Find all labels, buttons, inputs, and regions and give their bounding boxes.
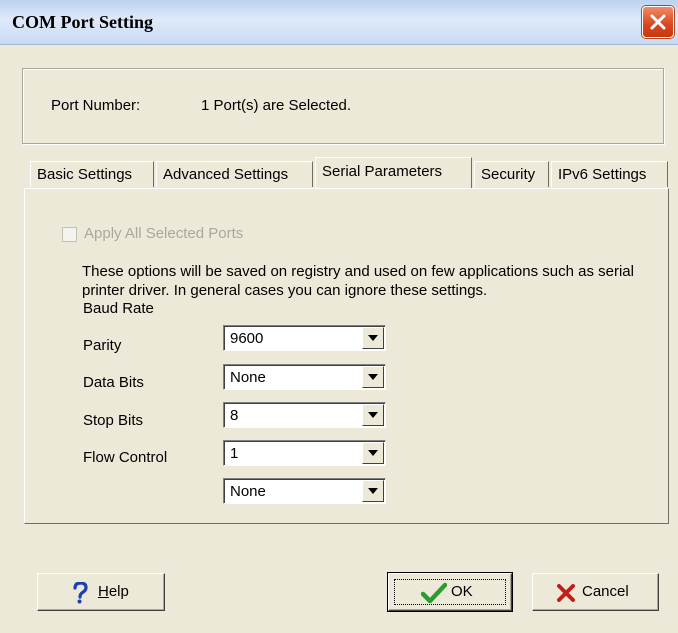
data-bits-label: Data Bits — [83, 374, 144, 391]
data-bits-value: 8 — [230, 407, 239, 424]
tab-security[interactable]: Security — [474, 161, 549, 187]
close-icon — [650, 14, 666, 30]
tab-serial-parameters[interactable]: Serial Parameters — [315, 157, 472, 188]
ok-button[interactable]: OK — [387, 572, 513, 612]
flow-control-dropdown-button[interactable] — [362, 480, 384, 502]
tab-ipv6-settings[interactable]: IPv6 Settings — [551, 161, 668, 187]
tab-strip: Basic Settings Advanced Settings Serial … — [30, 157, 670, 191]
question-icon — [73, 582, 88, 604]
baud-rate-select[interactable]: 9600 — [223, 325, 386, 351]
stop-bits-select[interactable]: 1 — [223, 440, 386, 466]
flow-control-select[interactable]: None — [223, 478, 386, 504]
close-button[interactable] — [642, 6, 674, 38]
chevron-down-icon — [368, 488, 378, 494]
data-bits-select[interactable]: 8 — [223, 402, 386, 428]
parity-value: None — [230, 369, 266, 386]
stop-bits-dropdown-button[interactable] — [362, 442, 384, 464]
data-bits-dropdown-button[interactable] — [362, 404, 384, 426]
parity-label: Parity — [83, 337, 122, 354]
flow-control-label: Flow Control — [83, 449, 168, 466]
baud-rate-dropdown-button[interactable] — [362, 327, 384, 349]
chevron-down-icon — [368, 374, 378, 380]
apply-all-label: Apply All Selected Ports — [84, 225, 244, 242]
tab-basic-settings[interactable]: Basic Settings — [30, 161, 154, 187]
focus-rectangle — [394, 579, 506, 605]
parity-dropdown-button[interactable] — [362, 366, 384, 388]
apply-all-checkbox[interactable] — [62, 227, 77, 242]
help-button[interactable]: Help — [37, 573, 165, 611]
stop-bits-value: 1 — [230, 445, 239, 462]
help-button-label: Help — [98, 583, 129, 600]
baud-rate-label: Baud Rate — [83, 300, 154, 317]
baud-rate-value: 9600 — [230, 330, 264, 347]
description-text: These options will be saved on registry … — [82, 263, 634, 299]
chevron-down-icon — [368, 450, 378, 456]
port-number-panel: Port Number: 1 Port(s) are Selected. — [22, 68, 664, 144]
port-number-value: 1 Port(s) are Selected. — [201, 97, 352, 114]
x-icon — [557, 584, 575, 602]
ok-button-label: OK — [451, 583, 473, 600]
title-bar: COM Port Setting — [0, 0, 678, 45]
help-mnemonic: H — [98, 583, 109, 600]
help-label-rest: elp — [108, 583, 129, 600]
chevron-down-icon — [368, 335, 378, 341]
cancel-button-label: Cancel — [582, 583, 629, 600]
flow-control-value: None — [230, 483, 266, 500]
chevron-down-icon — [368, 412, 378, 418]
tab-advanced-settings[interactable]: Advanced Settings — [156, 161, 313, 187]
port-number-label: Port Number: — [51, 97, 141, 114]
parity-select[interactable]: None — [223, 364, 386, 390]
cancel-button[interactable]: Cancel — [532, 573, 659, 611]
stop-bits-label: Stop Bits — [83, 412, 144, 429]
checkmark-icon — [421, 582, 447, 604]
window-title: COM Port Setting — [12, 12, 153, 32]
